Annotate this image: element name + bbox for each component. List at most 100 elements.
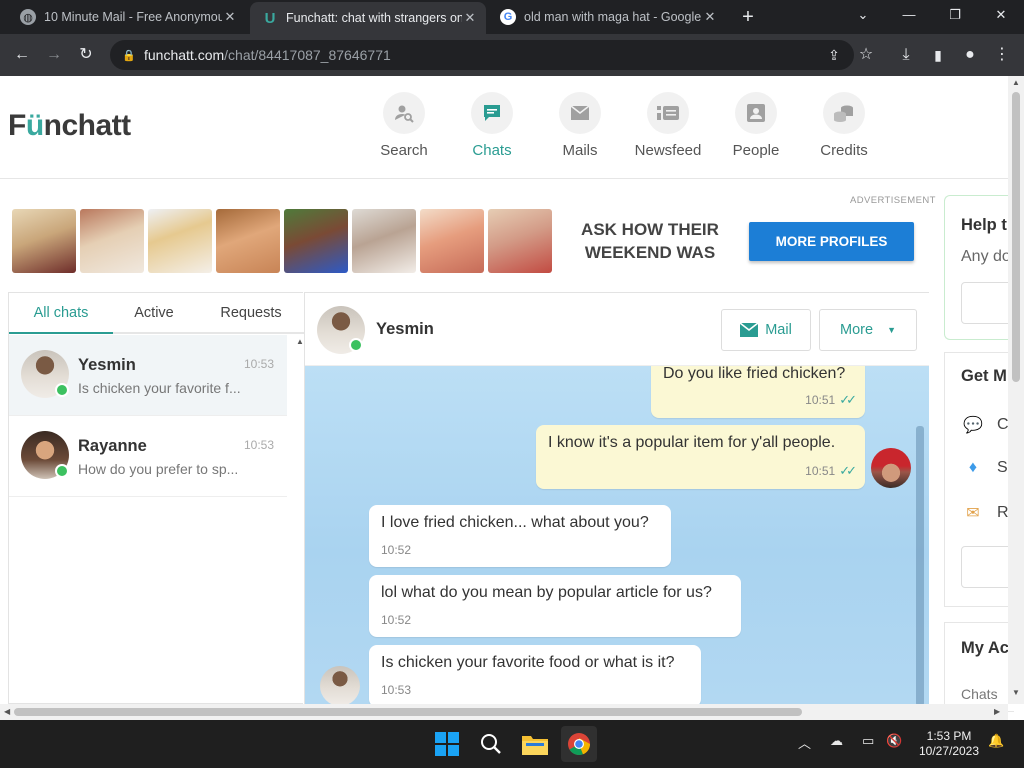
new-tab-button[interactable]: + — [736, 5, 760, 29]
more-profiles-button[interactable]: MORE PROFILES — [749, 222, 914, 261]
nav-chats[interactable]: Chats — [448, 92, 536, 159]
avatar — [320, 666, 360, 704]
nav-people[interactable]: People — [712, 92, 800, 159]
ad-profile-photo[interactable] — [80, 209, 144, 273]
chat-list-item[interactable]: Yesmin 10:53 Is chicken your favorite f.… — [9, 335, 287, 416]
diamond-icon: ♦ — [968, 459, 978, 476]
chat-icon — [471, 92, 513, 134]
advertisement-label: ADVERTISEMENT — [850, 195, 936, 206]
conversation-scrollbar[interactable] — [916, 426, 924, 704]
logo-text: F — [8, 109, 26, 142]
message-area[interactable]: Do you like fried chicken? 10:51 ✓✓ I kno… — [305, 366, 929, 704]
horizontal-scroll-thumb[interactable] — [14, 708, 802, 716]
my-account-chats[interactable]: Chats — [961, 686, 998, 702]
scroll-up-arrow-icon[interactable]: ▲ — [296, 337, 304, 346]
scroll-left-arrow-icon[interactable]: ◀ — [4, 707, 10, 716]
tray-overflow-chevron-icon[interactable]: ︿ — [798, 733, 811, 752]
reload-button[interactable]: ↻ — [74, 43, 98, 67]
get-more-item[interactable]: ✉ R — [961, 503, 1008, 523]
share-icon[interactable]: ⇪ — [822, 43, 846, 67]
tab-all-chats[interactable]: All chats — [9, 293, 113, 334]
double-check-icon: ✓✓ — [839, 463, 857, 478]
address-bar[interactable]: 🔒 funchatt.com/chat/84417087_87646771 — [110, 40, 854, 70]
ad-profile-photo[interactable] — [12, 209, 76, 273]
nav-search[interactable]: Search — [360, 92, 448, 159]
message-bubble-incoming: I love fried chicken... what about you? … — [369, 505, 671, 567]
ad-headline: ASK HOW THEIR WEEKEND WAS — [566, 218, 734, 264]
profile-icon[interactable]: ● — [958, 43, 982, 67]
ad-profile-photo[interactable] — [420, 209, 484, 273]
ad-profile-photo[interactable] — [352, 209, 416, 273]
volume-muted-icon[interactable]: 🔇 — [886, 733, 902, 749]
message-bubble-incoming: lol what do you mean by popular article … — [369, 575, 741, 637]
scroll-up-arrow-icon[interactable]: ▲ — [1012, 78, 1020, 87]
chat-contact-name: Rayanne — [78, 437, 147, 455]
forward-button[interactable]: → — [42, 43, 66, 67]
file-explorer-icon[interactable] — [519, 728, 551, 760]
url-host: funchatt.com — [144, 47, 225, 63]
chat-preview: How do you prefer to sp... — [78, 461, 239, 477]
download-icon[interactable]: ⤓ — [894, 43, 918, 67]
conversation-panel: Yesmin Mail More ▼ Do you like fried chi… — [304, 292, 929, 704]
browser-tab-active[interactable]: U Funchatt: chat with strangers onl ✕ — [250, 2, 486, 34]
tab-requests[interactable]: Requests — [209, 293, 293, 334]
get-more-item[interactable]: 💬 C — [961, 415, 1009, 435]
nav-label: Credits — [820, 142, 868, 159]
ad-headline-line: WEEKEND WAS — [584, 243, 716, 262]
bookmark-star-icon[interactable]: ☆ — [854, 43, 878, 67]
display-icon[interactable]: ▭ — [862, 733, 874, 749]
more-dropdown-button[interactable]: More ▼ — [819, 309, 917, 351]
mail-button[interactable]: Mail — [721, 309, 811, 351]
close-window-button[interactable]: ✕ — [978, 0, 1024, 30]
ad-profile-photo[interactable] — [284, 209, 348, 273]
menu-dots-icon[interactable]: ⋮ — [990, 43, 1014, 67]
browser-tab[interactable]: G old man with maga hat - Google ✕ — [488, 0, 726, 34]
browser-tab[interactable]: ◍ 10 Minute Mail - Free Anonymou ✕ — [8, 0, 246, 34]
message-text: I know it's a popular item for y'all peo… — [548, 434, 836, 451]
tab-active[interactable]: Active — [113, 293, 195, 334]
url-path: /chat/84417087_87646771 — [224, 47, 391, 63]
my-account-title: My Ac — [961, 639, 1009, 657]
get-more-widget: Get M 💬 C ♦ Se ✉ R — [944, 352, 1021, 607]
chevron-down-icon[interactable]: ⌄ — [840, 0, 886, 30]
nav-label: Search — [380, 142, 428, 159]
scroll-right-arrow-icon[interactable]: ▶ — [994, 707, 1000, 716]
onedrive-icon[interactable]: ☁ — [830, 733, 843, 749]
online-status-dot — [349, 338, 363, 352]
funchatt-logo[interactable]: Fünchatt — [8, 109, 131, 143]
page-vertical-scrollbar[interactable]: ▲ ▼ — [1008, 76, 1024, 704]
google-icon: G — [500, 9, 516, 25]
chat-list-item[interactable]: Rayanne 10:53 How do you prefer to sp... — [9, 416, 287, 497]
conversation-contact-name[interactable]: Yesmin — [376, 320, 434, 339]
message-time: 10:51 — [805, 393, 836, 407]
globe-icon: ◍ — [20, 9, 36, 25]
windows-start-icon[interactable] — [431, 728, 463, 760]
close-tab-icon[interactable]: ✕ — [702, 9, 718, 25]
notification-bell-icon[interactable]: 🔔 — [988, 733, 1004, 749]
ad-profile-photo[interactable] — [216, 209, 280, 273]
back-button[interactable]: ← — [10, 43, 34, 67]
close-tab-icon[interactable]: ✕ — [222, 9, 238, 25]
nav-label: People — [732, 142, 780, 159]
windows-taskbar: ︿ ☁ ▭ 🔇 1:53 PM 10/27/2023 🔔 — [0, 720, 1024, 768]
message-text: I love fried chicken... what about you? — [381, 514, 649, 531]
vertical-scroll-thumb[interactable] — [1012, 92, 1020, 382]
logo-text: nchatt — [43, 109, 132, 142]
page-horizontal-scrollbar[interactable]: ◀ ▶ — [0, 704, 1008, 720]
ad-profile-photo[interactable] — [488, 209, 552, 273]
system-clock[interactable]: 1:53 PM 10/27/2023 — [914, 729, 984, 759]
chat-time: 10:53 — [243, 438, 274, 452]
nav-credits[interactable]: Credits — [800, 92, 888, 159]
side-panel-icon[interactable]: ▮ — [926, 43, 950, 67]
nav-mails[interactable]: Mails — [536, 92, 624, 159]
restore-button[interactable]: ❐ — [932, 0, 978, 30]
nav-newsfeed[interactable]: Newsfeed — [624, 92, 712, 159]
message-text: Do you like fried chicken? — [663, 366, 846, 382]
search-icon[interactable] — [475, 728, 507, 760]
close-tab-icon[interactable]: ✕ — [462, 10, 478, 26]
scroll-down-arrow-icon[interactable]: ▼ — [1012, 688, 1020, 697]
chrome-icon[interactable] — [561, 726, 597, 762]
ad-profile-photo[interactable] — [148, 209, 212, 273]
minimize-button[interactable]: — — [886, 0, 932, 30]
message-text: lol what do you mean by popular article … — [381, 584, 712, 601]
